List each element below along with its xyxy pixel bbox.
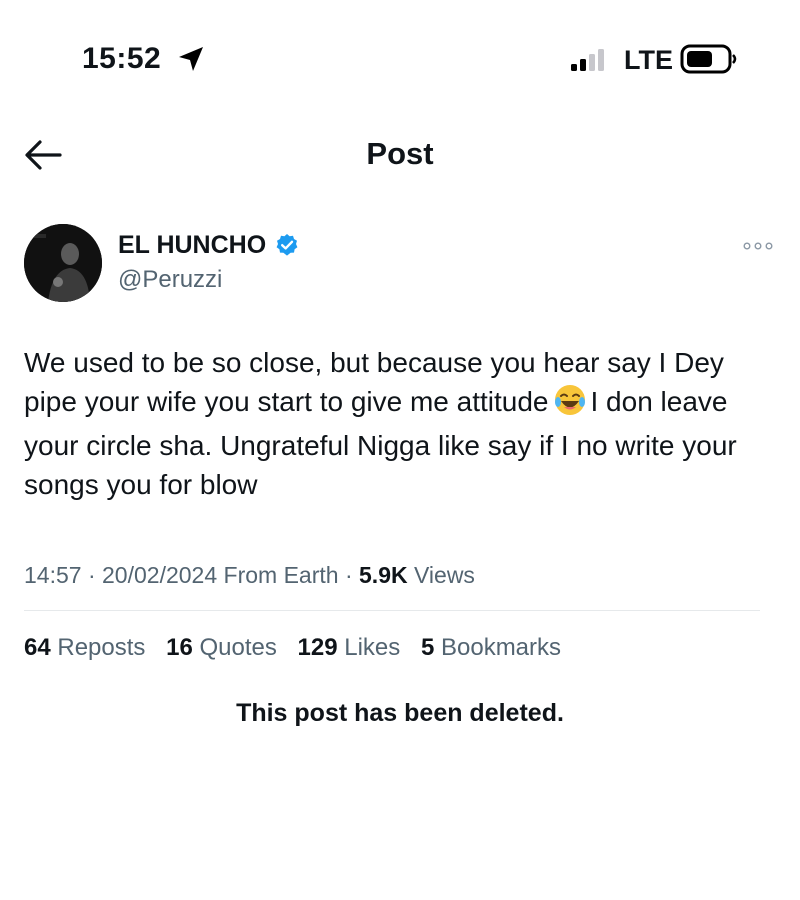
status-time: 15:52 bbox=[82, 42, 162, 75]
post-text: We used to be so close, but because you … bbox=[24, 344, 776, 504]
post-header: Post bbox=[0, 120, 800, 190]
author-handle[interactable]: @Peruzzi bbox=[118, 266, 222, 294]
likes-count: 129 bbox=[297, 634, 338, 661]
reposts-count: 64 bbox=[24, 634, 51, 661]
quotes-count: 16 bbox=[166, 634, 193, 661]
views-count[interactable]: 5.9K bbox=[359, 562, 408, 588]
views-label[interactable]: Views bbox=[414, 562, 475, 588]
bookmarks-label: Bookmarks bbox=[440, 634, 562, 661]
post-date[interactable]: 20/02/2024 bbox=[102, 562, 217, 588]
post-source: From Earth bbox=[223, 562, 339, 588]
author-name[interactable]: EL HUNCHO bbox=[118, 231, 266, 260]
face-with-tears-of-joy-icon bbox=[553, 383, 587, 428]
reposts-label: Reposts bbox=[57, 634, 146, 661]
bookmarks-stat[interactable]: 5 Bookmarks bbox=[421, 634, 561, 662]
more-options-icon[interactable] bbox=[742, 238, 774, 254]
post-time[interactable]: 14:57 bbox=[24, 562, 82, 588]
network-label: LTE bbox=[624, 45, 673, 75]
battery-icon bbox=[680, 44, 738, 79]
page-title: Post bbox=[366, 136, 434, 171]
signal-icon bbox=[570, 48, 610, 77]
likes-label: Likes bbox=[344, 634, 401, 661]
bookmarks-count: 5 bbox=[420, 634, 435, 661]
verified-badge-icon bbox=[275, 233, 299, 262]
avatar[interactable] bbox=[24, 224, 102, 302]
reposts-stat[interactable]: 64 Reposts bbox=[24, 634, 145, 662]
post-meta: 14:57 · 20/02/2024 From Earth · 5.9K Vie… bbox=[24, 562, 475, 588]
deleted-notice: This post has been deleted. bbox=[236, 699, 564, 727]
quotes-stat[interactable]: 16 Quotes bbox=[166, 634, 277, 662]
status-bar: 15:52 LTE bbox=[0, 0, 800, 110]
likes-stat[interactable]: 129 Likes bbox=[298, 634, 401, 662]
location-arrow-icon bbox=[176, 44, 206, 79]
engagement-stats: 64 Reposts 16 Quotes 129 Likes 5 Bookmar… bbox=[24, 634, 575, 662]
quotes-label: Quotes bbox=[199, 634, 277, 661]
divider bbox=[24, 610, 760, 611]
